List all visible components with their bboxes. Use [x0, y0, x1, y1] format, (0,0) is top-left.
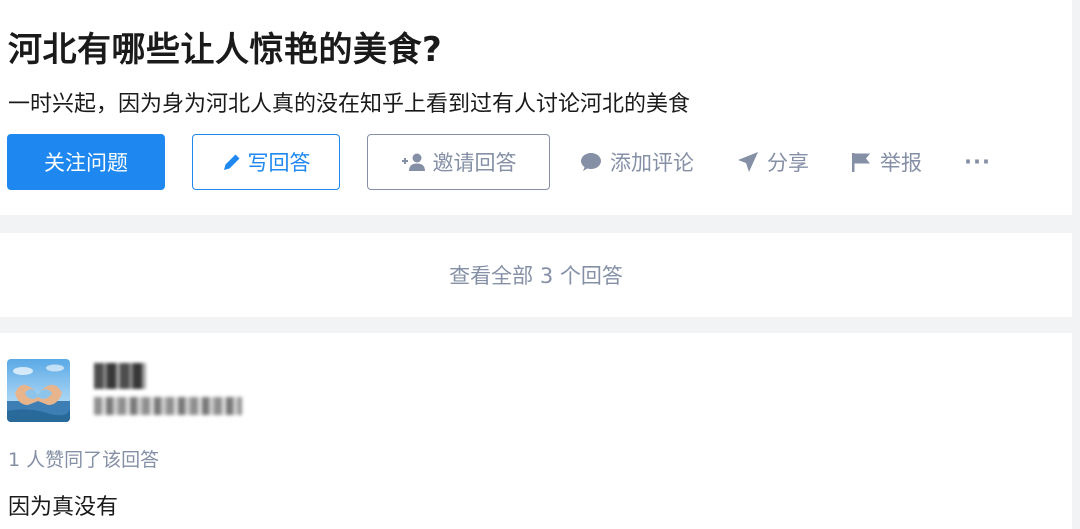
answer-content[interactable]: 因为真没有	[8, 489, 118, 521]
view-all-answers-card[interactable]: 查看全部 3 个回答	[0, 233, 1072, 317]
report-action[interactable]: 举报	[850, 148, 922, 176]
add-person-icon	[401, 152, 427, 172]
flag-icon	[850, 151, 872, 173]
paper-plane-icon	[737, 151, 759, 173]
share-label: 分享	[767, 151, 809, 175]
author-bio-blurred	[94, 397, 242, 415]
write-answer-label: 写回答	[247, 151, 311, 175]
question-detail: 一时兴起，因为身为河北人真的没在知乎上看到过有人讨论河北的美食	[8, 92, 691, 117]
view-all-answers-link[interactable]: 查看全部 3 个回答	[449, 260, 623, 290]
invite-answer-button[interactable]: 邀请回答	[367, 134, 550, 190]
share-action[interactable]: 分享	[737, 148, 809, 176]
follow-question-button[interactable]: 关注问题	[7, 134, 165, 190]
more-options-button[interactable]: ···	[964, 148, 991, 176]
avatar[interactable]	[7, 359, 70, 422]
add-comment-action[interactable]: 添加评论	[580, 148, 694, 176]
write-answer-button[interactable]: 写回答	[192, 134, 340, 190]
report-label: 举报	[880, 151, 922, 175]
add-comment-label: 添加评论	[610, 151, 694, 175]
upvote-count-text: 1 人赞同了该回答	[8, 449, 160, 471]
comment-bubble-icon	[580, 152, 602, 172]
answer-card: 1 人赞同了该回答 因为真没有	[0, 333, 1072, 529]
question-card: 河北有哪些让人惊艳的美食? 一时兴起，因为身为河北人真的没在知乎上看到过有人讨论…	[0, 0, 1072, 215]
question-title[interactable]: 河北有哪些让人惊艳的美食?	[8, 22, 442, 71]
author-name-blurred[interactable]	[94, 363, 146, 389]
follow-question-label: 关注问题	[44, 151, 128, 175]
pencil-icon	[222, 152, 242, 172]
more-options-label: ···	[964, 150, 991, 174]
invite-answer-label: 邀请回答	[432, 151, 517, 175]
